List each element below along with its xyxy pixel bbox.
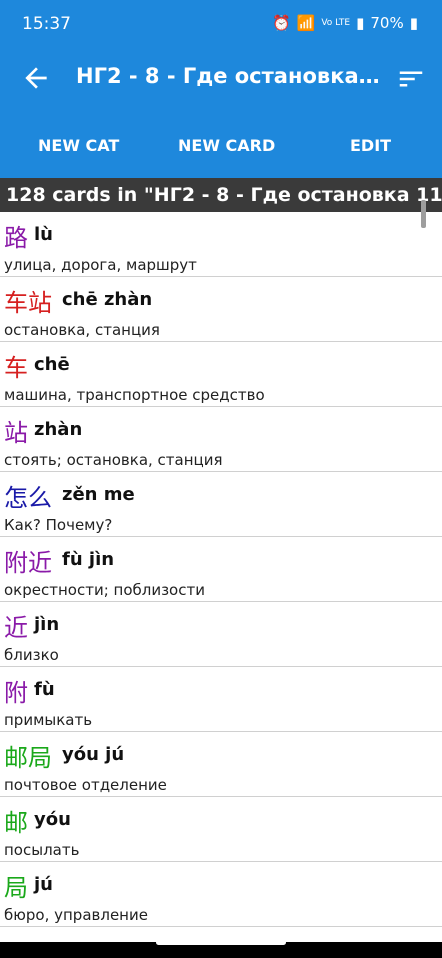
meaning: примыкать [4, 711, 93, 729]
meaning: машина, транспортное средство [4, 386, 265, 404]
meaning: Как? Почему? [4, 516, 113, 534]
hanzi: 路 [4, 218, 28, 253]
hanzi-text: 车 [4, 354, 28, 382]
edit-button[interactable]: EDIT [350, 136, 391, 155]
hanzi: 局 [4, 868, 28, 903]
pinyin: jú [34, 874, 53, 895]
hanzi: 车 [4, 348, 28, 383]
battery-icon: ▮ [409, 14, 418, 32]
status-time: 15:37 [22, 14, 71, 34]
meaning: посылать [4, 841, 80, 859]
pinyin: yóu [34, 809, 71, 830]
pinyin: fù [34, 679, 55, 700]
list-item[interactable]: 附 fù примыкать [0, 667, 442, 732]
battery-percent: 70% [370, 14, 404, 32]
action-bar: NEW CAT NEW CARD EDIT [0, 110, 442, 178]
meaning: остановка, станция [4, 321, 160, 339]
page-title: НГ2 - 8 - Где остановка 1... [76, 64, 386, 88]
home-indicator[interactable] [156, 940, 286, 945]
pinyin: jìn [34, 614, 60, 635]
hanzi: 邮 [4, 803, 28, 838]
meaning: близко [4, 646, 59, 664]
pinyin: fù jìn [62, 549, 115, 570]
hanzi-text: 怎么 [4, 484, 52, 512]
status-bar: 15:37 ⏰ 📶 Vo LTE ▮ 70% ▮ [0, 0, 442, 50]
hanzi-text: 附近 [4, 549, 52, 577]
hanzi-text: 车站 [4, 289, 52, 317]
hanzi: 近 [4, 608, 28, 643]
arrow-left-icon[interactable] [20, 62, 52, 94]
list-item[interactable]: 局 jú бюро, управление [0, 862, 442, 927]
hanzi: 邮局 [4, 738, 52, 773]
pinyin: lù [34, 224, 53, 245]
hanzi-text: 站 [4, 419, 28, 447]
list-item[interactable]: 车站 chē zhàn остановка, станция [0, 277, 442, 342]
meaning: окрестности; поблизости [4, 581, 205, 599]
pinyin: zěn me [62, 484, 135, 505]
hanzi: 怎么 [4, 478, 52, 513]
status-icons: ⏰ 📶 Vo LTE ▮ 70% ▮ [272, 14, 418, 32]
pinyin: chē [34, 354, 70, 375]
hanzi-text: 局 [4, 874, 28, 902]
meaning: стоять; остановка, станция [4, 451, 223, 469]
meaning: улица, дорога, маршрут [4, 256, 197, 274]
sort-icon[interactable] [396, 64, 426, 94]
list-item[interactable]: 邮 yóu посылать [0, 797, 442, 862]
list-item[interactable]: 附近 fù jìn окрестности; поблизости [0, 537, 442, 602]
hanzi: 附 [4, 673, 28, 708]
pinyin: zhàn [34, 419, 83, 440]
wifi-icon: 📶 [296, 14, 316, 32]
pinyin: chē zhàn [62, 289, 153, 310]
app-bar: НГ2 - 8 - Где остановка 1... [0, 50, 442, 110]
hanzi: 车站 [4, 283, 52, 318]
cards-count-text: 128 cards in "НГ2 - 8 - Где остановка 11… [6, 184, 442, 206]
meaning: бюро, управление [4, 906, 148, 924]
pinyin: yóu jú [62, 744, 125, 765]
alarm-icon: ⏰ [271, 14, 291, 32]
volte-icon: Vo LTE [321, 18, 351, 28]
cards-count-header: 128 cards in "НГ2 - 8 - Где остановка 11… [0, 178, 442, 212]
list-item[interactable]: 邮局 yóu jú почтовое отделение [0, 732, 442, 797]
new-card-button[interactable]: NEW CARD [178, 136, 275, 155]
list-item[interactable]: 怎么 zěn me Как? Почему? [0, 472, 442, 537]
hanzi: 附近 [4, 543, 52, 578]
list-item[interactable]: 站 zhàn стоять; остановка, станция [0, 407, 442, 472]
hanzi-text: 邮 [4, 809, 28, 837]
new-cat-button[interactable]: NEW CAT [38, 136, 119, 155]
hanzi-text: 近 [4, 614, 28, 642]
meaning: почтовое отделение [4, 776, 167, 794]
list-item[interactable]: 近 jìn близко [0, 602, 442, 667]
list-item[interactable]: 路 lù улица, дорога, маршрут [0, 212, 442, 277]
card-list: 路 lù улица, дорога, маршрут 车站 chē zhàn … [0, 212, 442, 927]
hanzi-text: 路 [4, 224, 28, 252]
signal-icon: ▮ [356, 14, 365, 32]
hanzi-text: 邮局 [4, 744, 52, 772]
list-item[interactable]: 车 chē машина, транспортное средство [0, 342, 442, 407]
hanzi-text: 附 [4, 679, 28, 707]
hanzi: 站 [4, 413, 28, 448]
